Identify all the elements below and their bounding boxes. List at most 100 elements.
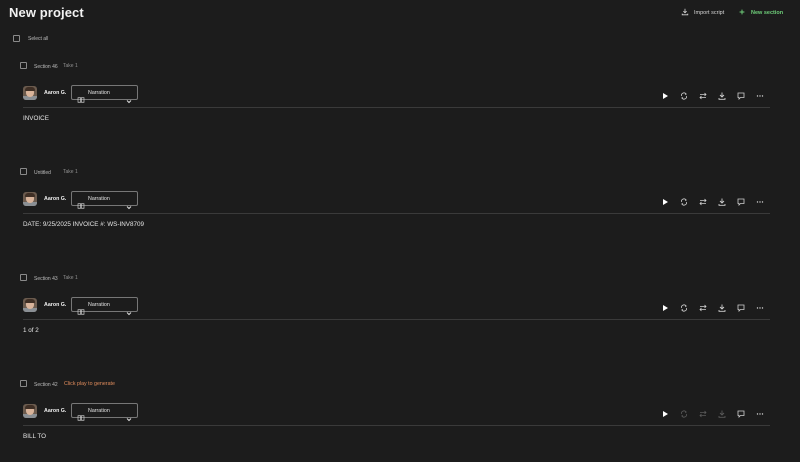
voice-name[interactable]: Aaron G. bbox=[44, 90, 66, 96]
play-button[interactable] bbox=[660, 300, 670, 311]
section-name[interactable]: Untitled bbox=[34, 170, 51, 176]
voice-row: Aaron G. Narration bbox=[23, 190, 770, 210]
avatar[interactable] bbox=[23, 298, 37, 312]
avatar-hair bbox=[25, 193, 35, 197]
style-dropdown[interactable]: Narration bbox=[71, 191, 138, 210]
page-title: New project bbox=[9, 5, 84, 20]
regenerate-button[interactable] bbox=[679, 300, 689, 312]
play-button[interactable] bbox=[660, 194, 670, 205]
new-section-button[interactable]: New section bbox=[738, 8, 783, 18]
import-script-label: Import script bbox=[694, 10, 725, 16]
book-icon bbox=[77, 196, 85, 209]
style-dropdown[interactable]: Narration bbox=[71, 403, 138, 422]
chevron-down-icon bbox=[126, 197, 132, 210]
regenerate-button[interactable] bbox=[679, 88, 689, 100]
section-text[interactable]: BILL TO bbox=[23, 433, 46, 440]
download-icon bbox=[681, 8, 689, 18]
regenerate-icon bbox=[679, 88, 689, 105]
take-label: Take 1 bbox=[63, 275, 78, 281]
avatar[interactable] bbox=[23, 86, 37, 100]
regenerate-icon bbox=[679, 300, 689, 317]
section-actions bbox=[650, 406, 770, 418]
more-icon bbox=[755, 88, 765, 105]
voice-name[interactable]: Aaron G. bbox=[44, 196, 66, 202]
section-name[interactable]: Section 42 bbox=[34, 382, 58, 388]
more-button[interactable] bbox=[755, 406, 765, 416]
section-checkbox[interactable] bbox=[20, 62, 27, 69]
swap-icon bbox=[698, 194, 708, 211]
download-icon bbox=[717, 194, 727, 211]
voice-row: Aaron G. Narration bbox=[23, 296, 770, 316]
more-button[interactable] bbox=[755, 88, 765, 98]
download-icon bbox=[717, 406, 727, 423]
style-dropdown[interactable]: Narration bbox=[71, 85, 138, 104]
avatar[interactable] bbox=[23, 192, 37, 206]
comment-button[interactable] bbox=[736, 194, 746, 206]
section-name[interactable]: Section 46 bbox=[34, 64, 58, 70]
avatar-hair bbox=[25, 405, 35, 409]
style-label: Narration bbox=[88, 90, 110, 96]
book-icon bbox=[77, 302, 85, 315]
play-button[interactable] bbox=[660, 406, 670, 417]
book-icon bbox=[77, 408, 85, 421]
section-divider bbox=[23, 213, 770, 214]
download-button[interactable] bbox=[717, 300, 727, 312]
swap-button[interactable] bbox=[698, 406, 708, 418]
section-actions bbox=[650, 194, 770, 206]
download-button[interactable] bbox=[717, 406, 727, 418]
comment-button[interactable] bbox=[736, 406, 746, 418]
regenerate-button[interactable] bbox=[679, 194, 689, 206]
section-text[interactable]: 1 of 2 bbox=[23, 327, 39, 334]
voice-name[interactable]: Aaron G. bbox=[44, 408, 66, 414]
download-button[interactable] bbox=[717, 194, 727, 206]
comment-icon bbox=[736, 194, 746, 211]
section-name[interactable]: Section 43 bbox=[34, 276, 58, 282]
download-button[interactable] bbox=[717, 88, 727, 100]
swap-button[interactable] bbox=[698, 300, 708, 312]
download-icon bbox=[717, 300, 727, 317]
download-icon bbox=[717, 88, 727, 105]
section-checkbox[interactable] bbox=[20, 274, 27, 281]
avatar-hair bbox=[25, 87, 35, 91]
chevron-down-icon bbox=[126, 303, 132, 316]
swap-button[interactable] bbox=[698, 88, 708, 100]
style-label: Narration bbox=[88, 196, 110, 202]
section-text[interactable]: DATE: 9/25/2025 INVOICE #: WS-INV8709 bbox=[23, 221, 144, 228]
comment-icon bbox=[736, 406, 746, 423]
swap-button[interactable] bbox=[698, 194, 708, 206]
comment-button[interactable] bbox=[736, 300, 746, 312]
select-all-label: Select all bbox=[28, 36, 49, 42]
play-icon bbox=[660, 300, 670, 317]
project-page: New project Import script New section Se… bbox=[0, 0, 800, 462]
voice-row: Aaron G. Narration bbox=[23, 402, 770, 422]
select-all-checkbox[interactable] bbox=[13, 35, 20, 42]
regenerate-button[interactable] bbox=[679, 406, 689, 418]
take-label: Take 1 bbox=[63, 63, 78, 69]
comment-button[interactable] bbox=[736, 88, 746, 100]
more-icon bbox=[755, 300, 765, 317]
swap-icon bbox=[698, 300, 708, 317]
voice-name[interactable]: Aaron G. bbox=[44, 302, 66, 308]
take-label: Take 1 bbox=[63, 169, 78, 175]
voice-row: Aaron G. Narration bbox=[23, 84, 770, 104]
section-actions bbox=[650, 88, 770, 100]
more-button[interactable] bbox=[755, 194, 765, 204]
comment-icon bbox=[736, 88, 746, 105]
avatar-hair bbox=[25, 299, 35, 303]
regenerate-icon bbox=[679, 406, 689, 423]
more-button[interactable] bbox=[755, 300, 765, 310]
book-icon bbox=[77, 90, 85, 103]
regenerate-icon bbox=[679, 194, 689, 211]
play-button[interactable] bbox=[660, 88, 670, 99]
generate-status: Click play to generate bbox=[64, 381, 115, 387]
section-checkbox[interactable] bbox=[20, 168, 27, 175]
top-bar: New project Import script New section bbox=[0, 0, 800, 28]
plus-icon bbox=[738, 8, 746, 18]
style-dropdown[interactable]: Narration bbox=[71, 297, 138, 316]
section-checkbox[interactable] bbox=[20, 380, 27, 387]
play-icon bbox=[660, 406, 670, 423]
play-icon bbox=[660, 88, 670, 105]
avatar[interactable] bbox=[23, 404, 37, 418]
import-script-button[interactable]: Import script bbox=[681, 8, 724, 18]
section-text[interactable]: INVOICE bbox=[23, 115, 49, 122]
